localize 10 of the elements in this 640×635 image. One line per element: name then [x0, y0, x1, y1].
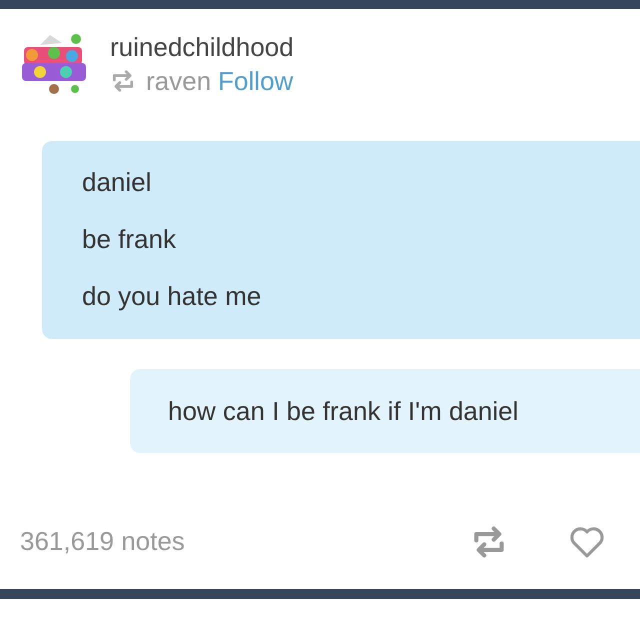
- follow-link[interactable]: Follow: [218, 64, 294, 98]
- message-text: be frank: [82, 223, 177, 256]
- message-text: do you hate me: [82, 280, 262, 313]
- message-text: daniel: [82, 166, 152, 199]
- message-text: how can I be frank if I'm daniel: [168, 395, 520, 428]
- notes-count[interactable]: 361,619 notes: [20, 522, 470, 561]
- source-blog[interactable]: raven: [146, 64, 212, 98]
- reblog-icon: [110, 68, 136, 94]
- blog-name[interactable]: ruinedchildhood: [110, 30, 294, 64]
- like-button[interactable]: [568, 524, 606, 558]
